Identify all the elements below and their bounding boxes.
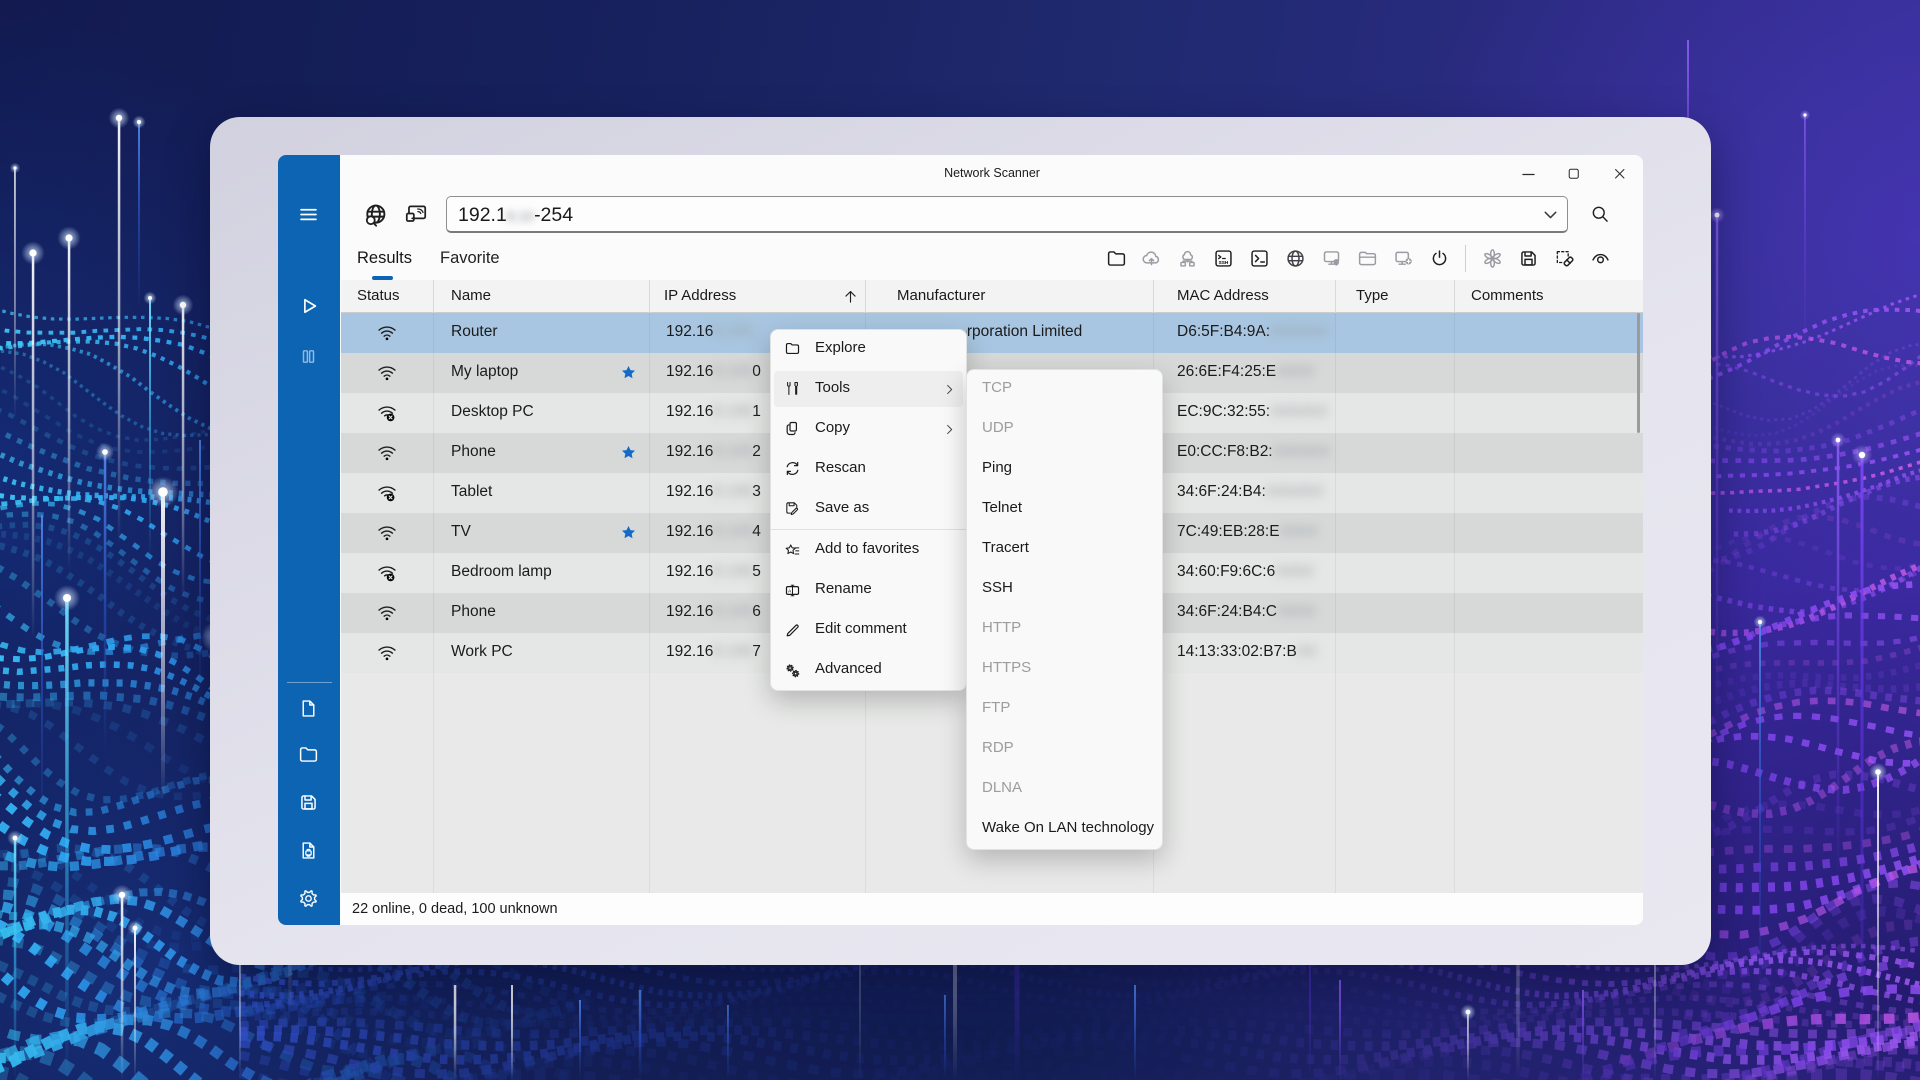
- svg-text:SSH: SSH: [1219, 260, 1229, 266]
- svg-text:A: A: [788, 588, 792, 594]
